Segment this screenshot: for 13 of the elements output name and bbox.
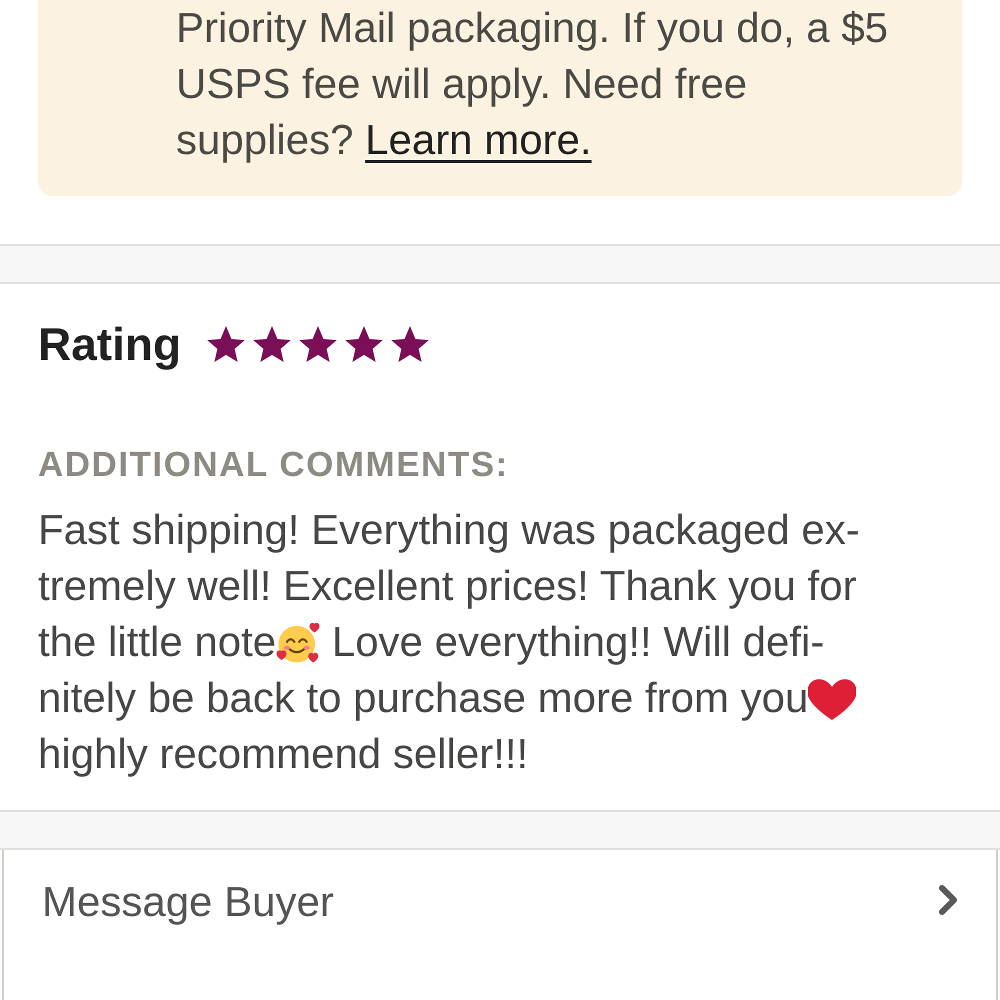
heart-icon [808,678,856,720]
star-icon [253,326,292,362]
section-heading: ADDITIONAL COMMENTS: [38,444,509,486]
rating-label: Rating [38,316,182,372]
smiling-face-with-hearts-icon [276,621,320,665]
star-icon [207,326,246,362]
star-icon [345,326,384,362]
learn-more-link[interactable]: Learn more. [365,116,592,163]
notice-text: Priority Mail packaging. If you do, a $5 USPS fee will apply. Need free supplies? Learn more. [176,3,890,165]
review-comment-text: Fast shipping! Everything was packaged ex- tremely well! Excellent prices! Thank you for the little note Love everything!! Will defi- nitely be back to purchase more from you highly recommend seller!!! [38,505,861,779]
star-icon [391,326,430,362]
message-buyer-button[interactable]: Message Buyer [2,850,998,1000]
star-icon [299,326,338,362]
